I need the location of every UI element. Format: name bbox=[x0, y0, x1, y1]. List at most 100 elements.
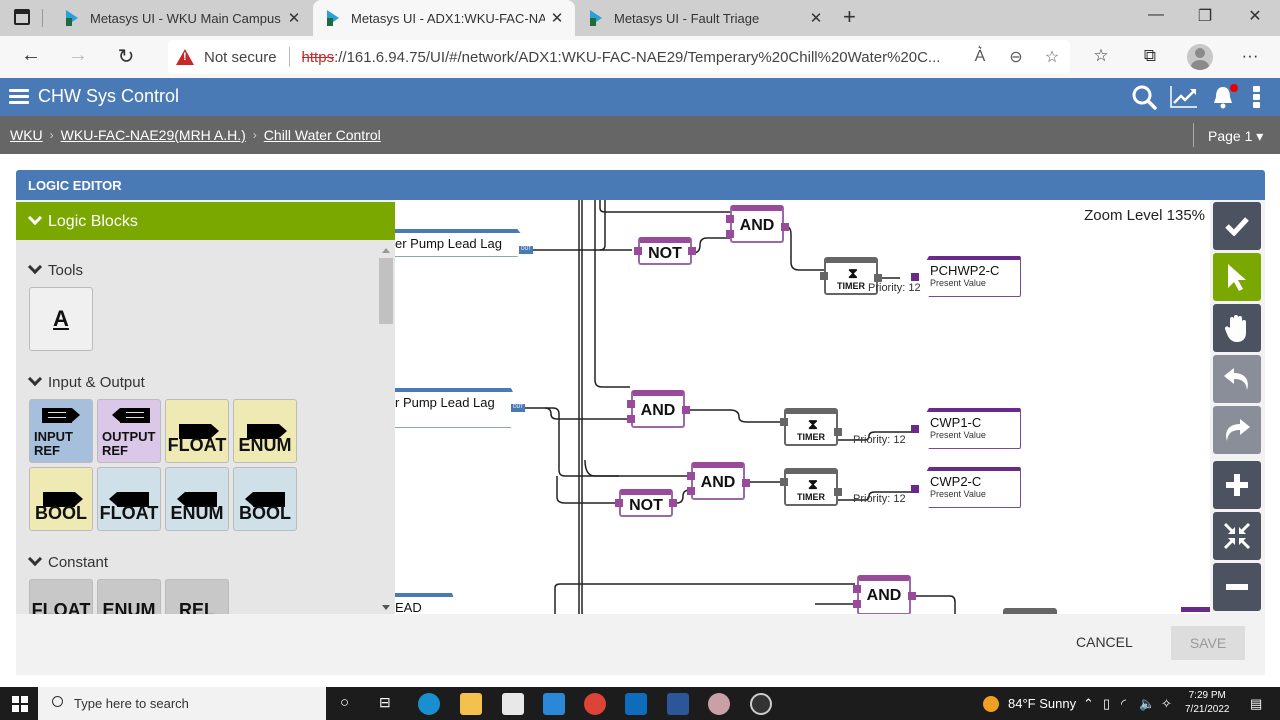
browser-tab-fault-triage[interactable]: Metasys UI - Fault Triage ✕ bbox=[576, 0, 834, 36]
zoom-out-button[interactable] bbox=[1213, 563, 1261, 611]
close-window-button[interactable]: ✕ bbox=[1240, 6, 1270, 26]
new-tab-button[interactable]: + bbox=[843, 4, 856, 30]
back-button[interactable]: ← bbox=[17, 44, 45, 67]
input-port[interactable] bbox=[687, 487, 695, 495]
output-ref-pchwp2-c[interactable]: PCHWP2-C Present Value bbox=[917, 256, 1021, 297]
palette-scrollbar[interactable] bbox=[378, 246, 393, 614]
hamburger-menu-icon[interactable] bbox=[9, 89, 29, 105]
input-port[interactable] bbox=[627, 400, 635, 408]
minimize-button[interactable]: — bbox=[1141, 6, 1171, 24]
browser-tab-wku-main-campus[interactable]: Metasys UI - WKU Main Campus ✕ bbox=[52, 0, 312, 36]
input-port[interactable] bbox=[853, 585, 861, 593]
meet-now-icon[interactable]: ▯ bbox=[1103, 696, 1110, 712]
commit-check-button[interactable] bbox=[1213, 202, 1261, 250]
action-center-icon[interactable]: ▤ bbox=[1250, 696, 1262, 712]
favorites-icon[interactable]: ☆ bbox=[1086, 46, 1116, 66]
more-options-icon[interactable]: ··· bbox=[1235, 46, 1265, 66]
refresh-button[interactable]: ↻ bbox=[112, 44, 140, 69]
output-port[interactable] bbox=[669, 499, 677, 507]
in-port[interactable] bbox=[820, 272, 828, 280]
profile-avatar[interactable] bbox=[1187, 44, 1213, 70]
not-block-2[interactable]: NOT bbox=[619, 489, 673, 517]
and-block-2[interactable]: AND bbox=[631, 390, 685, 428]
address-bar[interactable]: Not secure https://161.6.94.75/UI/#/netw… bbox=[168, 40, 1070, 74]
browser-tab-adx1[interactable]: Metasys UI - ADX1:WKU-FAC-NAE29 ✕ bbox=[313, 0, 575, 36]
bool-output-block[interactable]: BOOL bbox=[233, 467, 297, 531]
redo-button[interactable] bbox=[1213, 406, 1261, 454]
input-ref-node-3[interactable]: EAD bbox=[395, 593, 457, 614]
trends-icon[interactable] bbox=[1169, 84, 1197, 110]
page-selector[interactable]: Page 1 ▾ bbox=[1208, 128, 1263, 145]
dropbox-icon[interactable]: ✧ bbox=[1161, 696, 1172, 712]
cortana-icon[interactable]: ○ bbox=[340, 694, 349, 711]
in-port[interactable] bbox=[780, 478, 788, 486]
enum-constant-block[interactable]: ENUM bbox=[97, 579, 161, 614]
rel-constant-block[interactable]: REL bbox=[165, 579, 229, 614]
input-port[interactable] bbox=[726, 215, 734, 223]
close-tab-icon[interactable]: ✕ bbox=[282, 9, 306, 27]
taskbar-search-input[interactable]: Type here to search bbox=[38, 687, 326, 720]
logic-blocks-header[interactable]: Logic Blocks bbox=[16, 202, 395, 240]
url-text[interactable]: https://161.6.94.75/UI/#/network/ADX1:WK… bbox=[302, 49, 962, 66]
output-port[interactable] bbox=[742, 479, 750, 487]
output-port[interactable] bbox=[834, 488, 842, 496]
input-output-section-header[interactable]: Input & Output bbox=[27, 371, 145, 391]
edge-browser-icon[interactable] bbox=[418, 693, 440, 715]
output-ref-cwp1-c[interactable]: CWP1-C Present Value bbox=[917, 408, 1021, 449]
weather-sun-icon[interactable] bbox=[983, 696, 999, 712]
cancel-button[interactable]: CANCEL bbox=[1076, 634, 1133, 650]
and-block-3[interactable]: AND bbox=[691, 462, 745, 500]
close-tab-icon[interactable]: ✕ bbox=[545, 9, 569, 27]
input-port[interactable] bbox=[634, 247, 642, 255]
input-ref-node-2[interactable]: r Pump Lead Lag bbox=[395, 388, 521, 428]
volume-icon[interactable]: 🔈 bbox=[1139, 696, 1155, 712]
input-port[interactable] bbox=[687, 472, 695, 480]
and-block-1[interactable]: AND bbox=[730, 205, 784, 243]
add-favorite-icon[interactable]: ☆ bbox=[1034, 47, 1070, 67]
scrollbar-thumb[interactable] bbox=[379, 258, 393, 324]
wifi-icon[interactable]: ◜ bbox=[1121, 696, 1126, 712]
constant-section-header[interactable]: Constant bbox=[27, 551, 108, 571]
input-port[interactable] bbox=[615, 499, 623, 507]
output-port[interactable] bbox=[874, 274, 882, 282]
output-ref-cwp2-c[interactable]: CWP2-C Present Value bbox=[917, 467, 1021, 508]
windows-start-icon[interactable] bbox=[12, 696, 28, 712]
notifications-bell-icon[interactable] bbox=[1210, 84, 1238, 110]
out-port[interactable]: OUT bbox=[511, 404, 525, 412]
output-port[interactable] bbox=[908, 592, 916, 600]
and-block-4[interactable]: AND bbox=[857, 575, 911, 614]
output-port[interactable] bbox=[781, 223, 789, 231]
timer-block-3[interactable]: ⧗ TIMER bbox=[784, 468, 838, 506]
enum-input-block[interactable]: ENUM bbox=[233, 399, 297, 463]
fit-to-screen-button[interactable] bbox=[1213, 512, 1261, 560]
task-view-icon[interactable]: ⊟ bbox=[379, 694, 391, 711]
save-button[interactable]: SAVE bbox=[1171, 626, 1245, 660]
mail-icon[interactable] bbox=[543, 693, 565, 715]
not-block-1[interactable]: NOT bbox=[638, 237, 692, 265]
float-input-block[interactable]: FLOAT bbox=[165, 399, 229, 463]
obs-studio-icon[interactable] bbox=[750, 693, 772, 715]
show-hidden-icons-chevron-icon[interactable]: ⌃ bbox=[1083, 696, 1094, 712]
zoom-out-icon[interactable]: ⊖ bbox=[998, 47, 1034, 67]
logic-canvas[interactable]: Zoom Level 135% er Pump Lead Lag OUT r P… bbox=[395, 200, 1210, 614]
read-aloud-icon[interactable]: A͛ bbox=[962, 48, 998, 66]
breadcrumb-chill-water-control[interactable]: Chill Water Control bbox=[264, 127, 381, 143]
breadcrumb-nae29[interactable]: WKU-FAC-NAE29(MRH A.H.) bbox=[61, 127, 246, 143]
security-label[interactable]: Not secure bbox=[204, 49, 277, 66]
float-output-block[interactable]: FLOAT bbox=[97, 467, 161, 531]
in-port[interactable] bbox=[911, 485, 919, 493]
search-icon[interactable] bbox=[1131, 84, 1159, 110]
in-port[interactable] bbox=[911, 273, 919, 281]
input-ref-node-1[interactable]: er Pump Lead Lag bbox=[395, 229, 528, 257]
enum-output-block[interactable]: ENUM bbox=[165, 467, 229, 531]
weather-label[interactable]: 84°F Sunny bbox=[1008, 696, 1076, 711]
output-port[interactable] bbox=[688, 247, 696, 255]
snipping-tool-icon[interactable] bbox=[708, 693, 730, 715]
input-port[interactable] bbox=[853, 600, 861, 608]
system-clock[interactable]: 7:29 PM 7/21/2022 bbox=[1185, 689, 1230, 717]
more-vertical-icon[interactable] bbox=[1251, 84, 1263, 110]
tools-section-header[interactable]: Tools bbox=[27, 259, 83, 279]
output-port[interactable] bbox=[682, 406, 690, 414]
input-port[interactable] bbox=[627, 415, 635, 423]
outlook-icon[interactable] bbox=[625, 693, 647, 715]
